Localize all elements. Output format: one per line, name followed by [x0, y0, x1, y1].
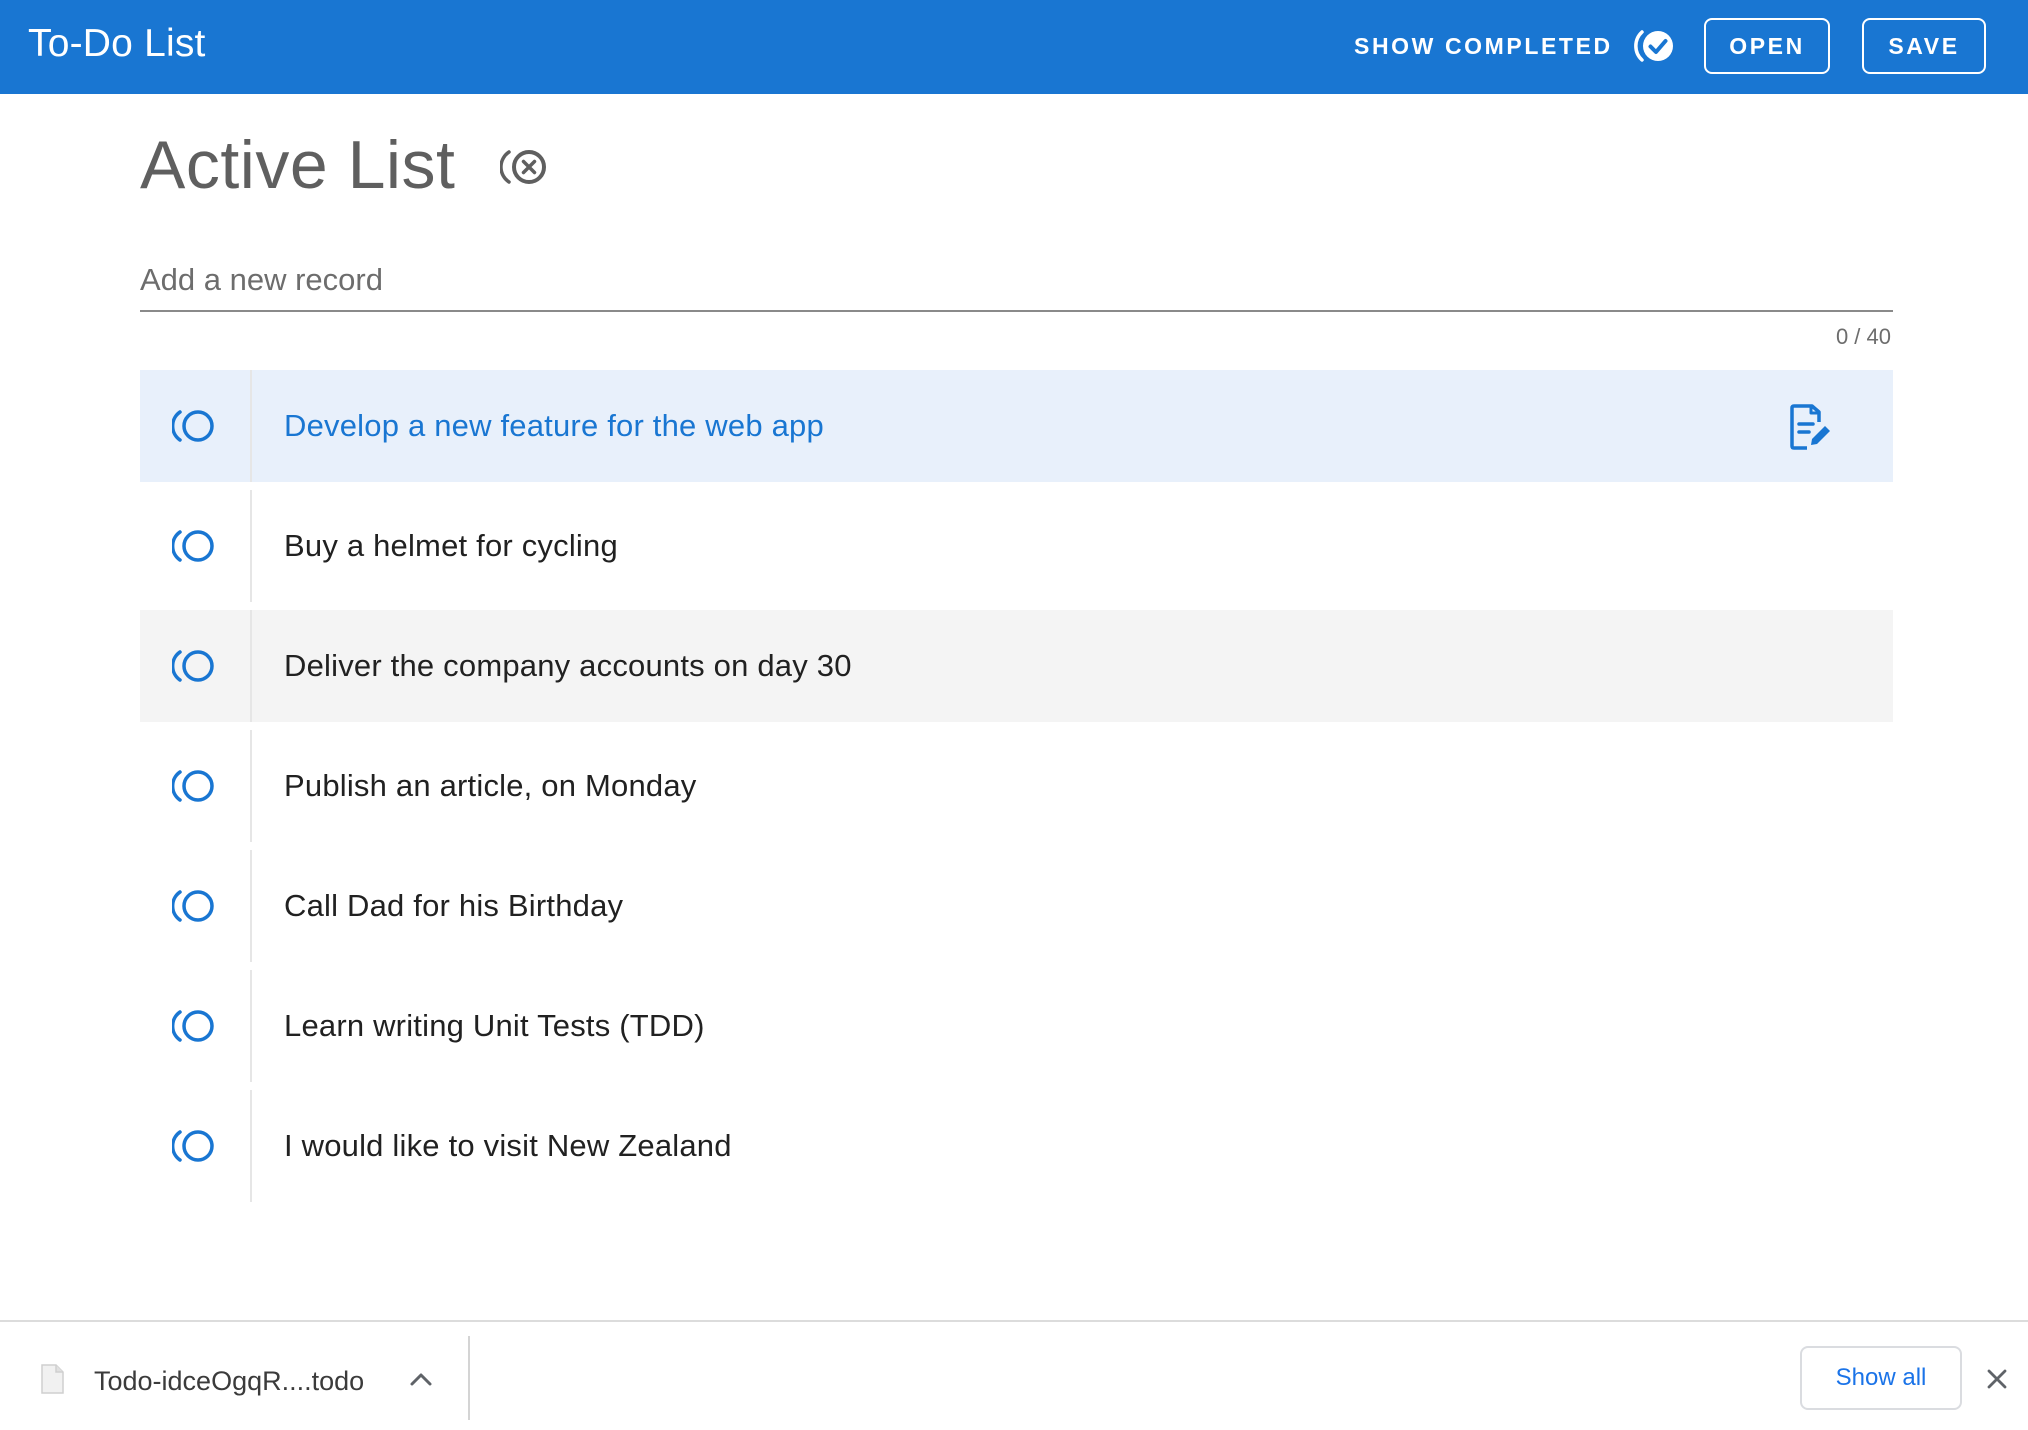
list-item[interactable]: Develop a new feature for the web app: [140, 370, 1893, 482]
shelf-divider: [468, 1336, 470, 1420]
list-item[interactable]: Publish an article, on Monday: [140, 730, 1893, 842]
list-item[interactable]: Deliver the company accounts on day 30: [140, 610, 1893, 722]
new-record-input[interactable]: [140, 250, 1893, 310]
show-all-button[interactable]: Show all: [1800, 1346, 1962, 1410]
status-cell: [140, 370, 252, 482]
list-item-text: I would like to visit New Zealand: [284, 1128, 732, 1163]
show-completed-toggle[interactable]: SHOW COMPLETED: [1354, 20, 1677, 72]
list-item[interactable]: Call Dad for his Birthday: [140, 850, 1893, 962]
app-bar: To-Do List SHOW COMPLETED OPEN SAVE: [0, 0, 2028, 94]
circle-status-icon[interactable]: [172, 765, 218, 807]
list-item-text: Learn writing Unit Tests (TDD): [284, 1008, 705, 1043]
close-icon[interactable]: [1986, 1368, 2008, 1390]
circle-status-icon[interactable]: [172, 1005, 218, 1047]
char-counter: 0 / 40: [1835, 324, 1891, 349]
circle-status-icon[interactable]: [172, 885, 218, 927]
list-item-text: Develop a new feature for the web app: [284, 408, 824, 443]
download-shelf: Todo-idceOgqR....todo Show all: [0, 1320, 2028, 1430]
status-cell: [140, 970, 252, 1082]
list-item-text: Deliver the company accounts on day 30: [284, 648, 852, 683]
chevron-up-icon[interactable]: [408, 1370, 434, 1388]
list-item[interactable]: Buy a helmet for cycling: [140, 490, 1893, 602]
circle-status-icon[interactable]: [172, 405, 218, 447]
show-completed-label: SHOW COMPLETED: [1354, 32, 1613, 59]
status-cell: [140, 490, 252, 602]
check-circle-icon[interactable]: [1633, 24, 1677, 68]
edit-document-icon[interactable]: [1789, 404, 1833, 450]
file-icon: [41, 1364, 64, 1394]
download-file-name[interactable]: Todo-idceOgqR....todo: [94, 1366, 364, 1397]
open-button[interactable]: OPEN: [1704, 18, 1830, 74]
circle-status-icon[interactable]: [172, 1125, 218, 1167]
status-cell: [140, 850, 252, 962]
app-title: To-Do List: [28, 22, 206, 65]
status-cell: [140, 610, 252, 722]
circle-status-icon[interactable]: [172, 525, 218, 567]
save-button[interactable]: SAVE: [1862, 18, 1986, 74]
status-cell: [140, 1090, 252, 1202]
new-record-field: [140, 250, 1893, 312]
circle-status-icon[interactable]: [172, 645, 218, 687]
list-item-text: Call Dad for his Birthday: [284, 888, 624, 923]
list-item[interactable]: Learn writing Unit Tests (TDD): [140, 970, 1893, 1082]
list-item[interactable]: I would like to visit New Zealand: [140, 1090, 1893, 1202]
status-cell: [140, 730, 252, 842]
list-item-text: Buy a helmet for cycling: [284, 528, 618, 563]
clear-list-icon[interactable]: [499, 142, 554, 192]
todo-list: Develop a new feature for the web app Bu…: [140, 370, 1893, 1210]
page-title: Active List: [140, 127, 456, 203]
list-item-text: Publish an article, on Monday: [284, 768, 697, 803]
